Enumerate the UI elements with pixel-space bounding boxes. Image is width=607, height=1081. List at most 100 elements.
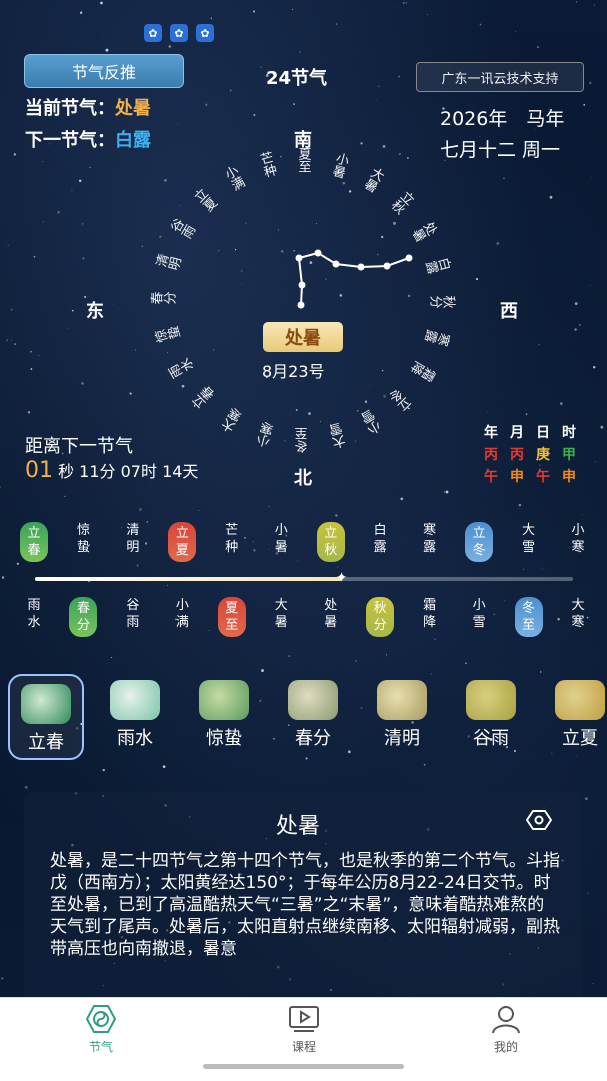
term-chip[interactable]: 立 冬 — [465, 522, 494, 562]
ganzhi-stem: 甲 — [562, 447, 576, 463]
term-chip[interactable]: 秋 分 — [366, 597, 395, 637]
nav-tab-label: 课程 — [291, 1040, 316, 1054]
nav-tab-jieqi[interactable]: 节气 — [61, 1004, 141, 1055]
term-chip[interactable]: 大 暑 — [267, 597, 295, 637]
term-illustration — [288, 680, 338, 720]
term-illustration — [466, 680, 516, 720]
term-thumbnail-label: 立夏 — [562, 728, 598, 749]
east-label: 东 — [86, 301, 104, 322]
countdown: 01 秒 11分 07时 14天 — [25, 458, 198, 483]
slider-thumb[interactable]: ✦ — [335, 571, 349, 585]
term-thumbnail[interactable]: 立春 — [8, 674, 84, 760]
compass-term: 清明 — [153, 253, 184, 275]
compass-term: 小暑 — [328, 150, 350, 181]
compass-term: 大雪 — [328, 420, 350, 450]
ganzhi-table: 年 月 日 时 丙 丙 庚 甲 午 申 午 申 — [478, 421, 582, 487]
description-text: 处暑，是二十四节气之第十四个节气，也是秋季的第二个节气。斗指戊（西南方）；太阳黄… — [50, 851, 560, 959]
term-thumbnail[interactable]: 春分 — [275, 674, 351, 760]
nav-tab-label: 节气 — [88, 1040, 113, 1054]
term-chip[interactable]: 立 秋 — [316, 522, 345, 562]
compass-term: 秋分 — [429, 293, 456, 309]
ganzhi-branch: 申 — [562, 469, 576, 485]
big-dipper-line — [297, 251, 410, 306]
ganzhi-header: 日 — [536, 425, 550, 441]
term-chip[interactable]: 小 寒 — [564, 522, 592, 562]
nav-tab-profile[interactable]: 我的 — [466, 1004, 546, 1055]
ganzhi-header: 时 — [562, 425, 576, 441]
ganzhi-branch: 午 — [536, 469, 550, 485]
term-chip[interactable]: 白 露 — [366, 522, 394, 562]
term-illustration — [21, 684, 71, 724]
term-chip[interactable]: 立 春 — [20, 522, 48, 562]
big-dipper-star — [383, 262, 391, 270]
term-chip[interactable]: 霜 降 — [416, 597, 444, 637]
ganzhi-stem: 丙 — [484, 447, 498, 463]
compass-term: 谷雨 — [167, 217, 198, 244]
ganzhi-header: 月 — [510, 425, 524, 441]
ganzhi-stem: 丙 — [510, 447, 524, 463]
compass-term: 冬至 — [295, 427, 311, 454]
term-chip[interactable]: 夏 至 — [217, 597, 246, 637]
term-chip[interactable]: 谷 雨 — [119, 597, 147, 637]
countdown-label: 距离下一节气 — [25, 436, 133, 457]
term-chip[interactable]: 大 寒 — [564, 597, 592, 637]
big-dipper-star — [405, 254, 413, 262]
term-thumbnail[interactable]: 雨水 — [97, 674, 173, 760]
compass-term: 芒种 — [256, 150, 278, 180]
description-title: 处暑 — [276, 814, 321, 839]
term-thumbnail-strip: 立春 雨水 惊蛰 春分 清明 谷雨 立夏 — [8, 674, 607, 760]
term-illustration — [555, 680, 605, 720]
video-icon — [288, 1004, 320, 1034]
term-chip[interactable]: 立 夏 — [168, 522, 197, 562]
eye-icon[interactable] — [525, 808, 553, 832]
term-illustration — [377, 680, 427, 720]
big-dipper-star — [295, 254, 303, 262]
term-chip[interactable]: 小 满 — [168, 597, 196, 637]
compass-term: 大寒 — [220, 405, 247, 437]
slider-fill — [35, 577, 342, 581]
big-dipper-star — [357, 263, 365, 271]
south-label: 南 — [294, 130, 312, 151]
compass-term: 春分 — [150, 292, 177, 308]
term-chip[interactable]: 芒 种 — [218, 522, 246, 562]
term-thumbnail[interactable]: 立夏 — [542, 674, 607, 760]
big-dipper-star — [332, 260, 340, 268]
nav-tab-label: 我的 — [493, 1040, 518, 1054]
compass-term: 惊蛰 — [153, 325, 184, 347]
compass-term: 立冬 — [386, 383, 416, 413]
term-thumbnail[interactable]: 清明 — [364, 674, 440, 760]
term-thumbnail[interactable]: 谷雨 — [453, 674, 529, 760]
compass-term: 处暑 — [408, 217, 440, 244]
compass-term: 立夏 — [190, 186, 220, 216]
term-chip[interactable]: 大 雪 — [515, 522, 543, 562]
countdown-rest: 秒 11分 07时 14天 — [53, 462, 199, 481]
term-chip[interactable]: 春 分 — [69, 597, 98, 637]
term-thumbnail-label: 谷雨 — [473, 728, 509, 749]
term-chip[interactable]: 寒 露 — [416, 522, 444, 562]
taiji-icon — [85, 1004, 117, 1034]
year-progress-slider[interactable]: ✦ — [35, 571, 573, 585]
term-chip[interactable]: 小 暑 — [267, 522, 295, 562]
term-thumbnail-label: 清明 — [384, 728, 420, 749]
compass-term: 小雪 — [359, 406, 386, 437]
term-chip[interactable]: 冬 至 — [514, 597, 543, 637]
north-label: 北 — [294, 468, 312, 489]
home-indicator — [203, 1064, 404, 1069]
user-icon — [490, 1004, 522, 1034]
big-dipper-star — [314, 249, 322, 257]
ganzhi-branch: 午 — [484, 469, 498, 485]
ganzhi-stem: 庚 — [536, 447, 550, 463]
term-chip[interactable]: 惊 蛰 — [69, 522, 97, 562]
term-row-bottom: 雨 水春 分谷 雨小 满夏 至大 暑处 暑秋 分霜 降小 雪冬 至大 寒 — [20, 597, 592, 637]
term-chip[interactable]: 小 雪 — [465, 597, 493, 637]
nav-tab-course[interactable]: 课程 — [264, 1004, 344, 1055]
term-chip[interactable]: 清 明 — [119, 522, 147, 562]
compass-term: 立春 — [189, 384, 219, 414]
term-chip[interactable]: 雨 水 — [20, 597, 48, 637]
ganzhi-header: 年 — [484, 425, 498, 441]
term-chip[interactable]: 处 暑 — [317, 597, 345, 637]
countdown-seconds: 01 — [25, 458, 53, 483]
term-thumbnail-label: 雨水 — [117, 728, 153, 749]
big-dipper-star — [297, 301, 305, 309]
term-thumbnail[interactable]: 惊蛰 — [186, 674, 262, 760]
